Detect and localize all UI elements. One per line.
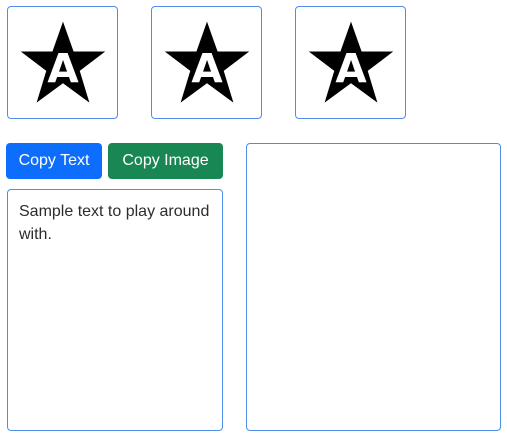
svg-text:A: A <box>335 44 367 92</box>
sample-text-area[interactable]: Sample text to play around with. <box>7 189 223 431</box>
star-letter-a-icon: A <box>164 21 249 103</box>
star-letter-a-icon: A <box>20 21 105 103</box>
star-letter-a-icon: A <box>308 21 393 103</box>
svg-text:A: A <box>191 44 223 92</box>
thumbnail-image-1[interactable]: A <box>7 6 118 119</box>
thumbnail-image-3[interactable]: A <box>295 6 406 119</box>
copy-image-button[interactable]: Copy Image <box>108 143 223 179</box>
thumbnail-image-2[interactable]: A <box>151 6 262 119</box>
svg-text:A: A <box>47 44 79 92</box>
copy-text-button[interactable]: Copy Text <box>6 143 102 179</box>
paste-area[interactable] <box>246 143 501 431</box>
